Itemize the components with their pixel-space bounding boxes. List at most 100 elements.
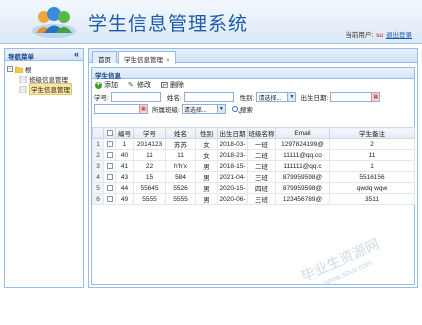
checkbox-icon[interactable] [106,173,113,180]
collapse-node-icon[interactable]: - [7,66,13,72]
class-label: 所属班级: [152,107,180,114]
table-row[interactable]: 1 1 2014123 苏苏女 2018-03- 一班 1297824199@ 2 [92,138,415,150]
cell-gender: 女 [195,138,218,150]
cell-birthday: 2018-23- [217,149,248,161]
app-header: 学生信息管理系统 当前用户: su 退出登录 [0,0,422,44]
table-row[interactable]: 6 49 5555 5555 男 2020-06- 三班 123456789@ 3511 [92,193,415,205]
cell-email: 11111@qq.co [275,149,330,161]
cell-note: qwdq wqw [329,182,415,194]
select-all-checkbox[interactable] [103,127,116,139]
column-header[interactable]: 姓名 [165,127,196,139]
table-row[interactable]: 5 44 55645 5526 男 2020-15- 四班 879959598@ qwdq wq… [92,182,415,194]
tab-label: 学生信息管理 [124,57,163,64]
row-number: 5 [92,182,104,194]
delete-icon [161,82,168,88]
row-checkbox-cell[interactable] [103,160,116,172]
cell-no: 55645 [133,182,166,194]
nav-tree: - 根 班级信息管理 学生信息管理 [5,61,83,97]
cell-name: 5555 [165,193,196,205]
cell-note: 2 [329,138,415,150]
tab-home[interactable]: 首页 [92,51,117,64]
add-label: 添加 [104,82,118,89]
cell-email: 879959598@ [275,171,330,183]
cell-class: 二班 [247,149,276,161]
current-user-label: 当前用户: [345,32,374,39]
search-icon [231,106,238,112]
student-table: 编号 学号 姓名 性别 出生日期 班级名称 Email 学生备注 1 1 20141… [92,127,415,205]
column-header[interactable]: 编号 [115,127,134,139]
cell-no: 2014123 [133,138,166,150]
checkbox-icon[interactable] [106,162,113,169]
cell-email: 111111@qq.c [275,160,330,172]
student-no-input[interactable] [110,92,161,102]
close-icon[interactable]: × [166,57,170,64]
cell-id: 1 [115,138,134,150]
search-row-1: 学号: 姓名: 性别: 请选择... ▼ 出生日期: ▦ [92,91,414,103]
checkbox-icon[interactable] [106,184,113,191]
tab-student-management[interactable]: 学生信息管理 × [118,51,176,64]
cell-class: 二班 [247,160,276,172]
cell-name: 苏苏 [165,138,196,150]
search-row-2: ▦ 所属班级: 请选择... ▼ 搜索 [92,103,414,115]
name-input[interactable] [183,92,234,102]
cell-birthday: 2018-15- [217,160,248,172]
add-button[interactable]: + 添加 [95,80,118,90]
cell-note: 5516156 [329,171,415,183]
class-select[interactable]: 请选择... ▼ [181,104,226,114]
logout-link[interactable]: 退出登录 [386,32,412,39]
cell-note: 1 [329,160,415,172]
row-number: 3 [92,160,104,172]
folder-open-icon [15,66,23,73]
cell-email: 879959598@ [275,182,330,194]
row-checkbox-cell[interactable] [103,149,116,161]
checkbox-icon[interactable] [106,129,113,136]
cell-gender: 男 [195,193,218,205]
cell-note: 3511 [329,193,415,205]
delete-label: 删除 [170,82,184,89]
cell-note: 11 [329,149,415,161]
checkbox-icon[interactable] [106,140,113,147]
column-header[interactable]: 班级名称 [247,127,276,139]
gender-select[interactable]: 请选择... ▼ [256,92,297,102]
row-checkbox-cell[interactable] [103,138,116,150]
rownum-header [92,127,104,139]
tab-label: 首页 [98,57,111,64]
checkbox-icon[interactable] [106,195,113,202]
cell-name: h'h'x [165,160,196,172]
column-header[interactable]: 性别 [195,127,218,139]
table-row[interactable]: 2 40 11 11 女 2018-23- 二班 11111@qq.co 11 [92,149,415,161]
app-title: 学生信息管理系统 [88,13,249,35]
cell-email: 1297824199@ [275,138,330,150]
calendar-icon[interactable]: ▦ [371,93,380,101]
checkbox-icon[interactable] [106,151,113,158]
double-chevron-left-icon[interactable]: « [74,49,79,59]
row-checkbox-cell[interactable] [103,182,116,194]
table-row[interactable]: 3 41 22 h'h'x 男 2018-15- 二班 111111@qq.c 1 [92,160,415,172]
column-header[interactable]: 出生日期 [217,127,248,139]
cell-id: 49 [115,193,134,205]
cell-gender: 男 [195,171,218,183]
row-checkbox-cell[interactable] [103,171,116,183]
edit-button[interactable]: ✎ 修改 [128,80,151,90]
cell-birthday: 2021-04- [217,171,248,183]
birthday-input[interactable]: ▦ [330,92,381,102]
row-number: 4 [92,171,104,183]
birthday-end-input[interactable]: ▦ [94,104,148,114]
cell-no: 22 [133,160,166,172]
search-button[interactable]: 搜索 [231,104,253,114]
tree-root[interactable]: - 根 [7,64,81,74]
column-header[interactable]: 学号 [133,127,166,139]
cell-no: 11 [133,149,166,161]
column-header[interactable]: Email [275,127,330,139]
column-header[interactable]: 学生备注 [329,127,415,139]
cell-class: 四班 [247,182,276,194]
people-logo-icon [32,7,76,38]
table-row[interactable]: 4 43 15 584 男 2021-04- 三班 879959598@ 5516156 [92,171,415,183]
student-grid: 编号 学号 姓名 性别 出生日期 班级名称 Email 学生备注 1 1 20141… [92,127,415,205]
row-checkbox-cell[interactable] [103,193,116,205]
delete-button[interactable]: 删除 [161,80,184,90]
calendar-icon[interactable]: ▦ [139,105,147,113]
sidebar-item-student-management[interactable]: 学生信息管理 [7,83,81,95]
cell-no: 15 [133,171,166,183]
row-number: 1 [92,138,104,150]
